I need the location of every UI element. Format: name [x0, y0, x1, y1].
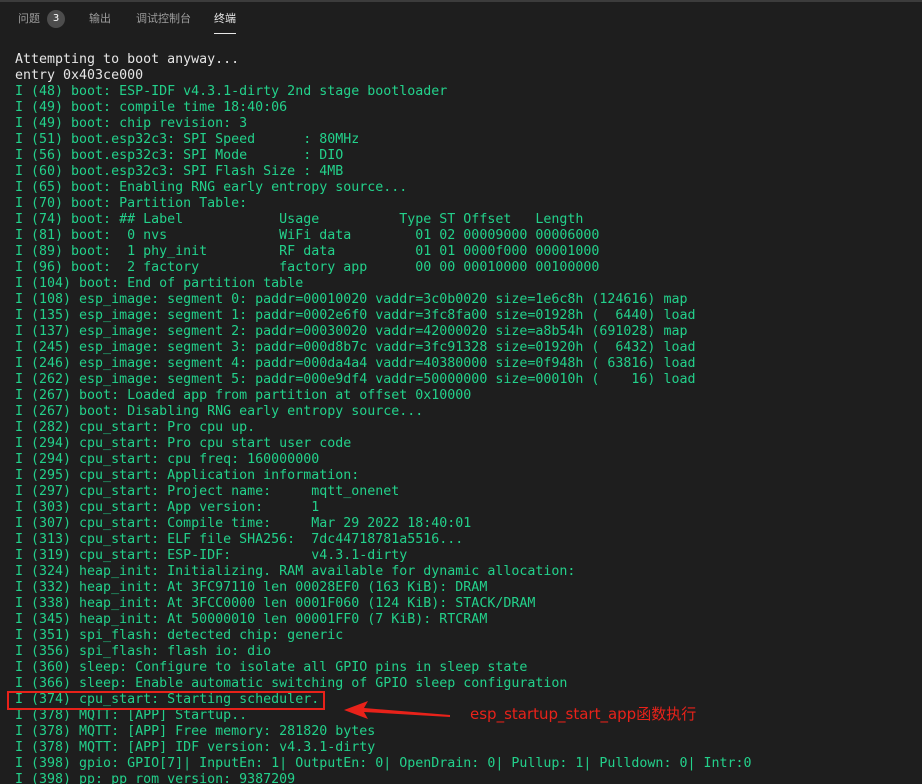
panel-tab-bar: 问题 3 输出 调试控制台 终端 [0, 2, 922, 36]
tab-debug-console-label: 调试控制台 [136, 12, 191, 25]
terminal-line: I (96) boot: 2 factory factory app 00 00… [15, 260, 600, 275]
terminal-line: I (319) cpu_start: ESP-IDF: v4.3.1-dirty [15, 548, 408, 563]
tab-debug-console[interactable]: 调试控制台 [136, 2, 191, 36]
annotation-arrow-icon [344, 701, 450, 719]
terminal-line: I (303) cpu_start: App version: 1 [15, 500, 320, 515]
tab-output[interactable]: 输出 [89, 2, 111, 36]
terminal-line: I (332) heap_init: At 3FC97110 len 00028… [15, 580, 488, 595]
terminal-output[interactable]: Attempting to boot anyway... entry 0x403c… [15, 52, 915, 784]
terminal-line: I (81) boot: 0 nvs WiFi data 01 02 00009… [15, 228, 600, 243]
tab-terminal[interactable]: 终端 [214, 2, 236, 36]
terminal-line: I (338) heap_init: At 3FCC0000 len 0001F… [15, 596, 536, 611]
terminal-line: I (378) MQTT: [APP] Free memory: 281820 … [15, 724, 376, 739]
terminal-line: I (56) boot.esp32c3: SPI Mode : DIO [15, 148, 344, 163]
terminal-line: I (262) esp_image: segment 5: paddr=000e… [15, 372, 696, 387]
terminal-line: I (398) pp: pp rom version: 9387209 [15, 772, 296, 784]
terminal-line: I (282) cpu_start: Pro cpu up. [15, 420, 256, 435]
terminal-line: I (108) esp_image: segment 0: paddr=0001… [15, 292, 688, 307]
tab-output-label: 输出 [89, 12, 111, 25]
terminal-line: I (60) boot.esp32c3: SPI Flash Size : 4M… [15, 164, 344, 179]
terminal-line: Attempting to boot anyway... [15, 52, 240, 67]
terminal-line: I (267) boot: Loaded app from partition … [15, 388, 472, 403]
terminal-line: I (137) esp_image: segment 2: paddr=0003… [15, 324, 688, 339]
terminal-line: I (356) spi_flash: flash io: dio [15, 644, 272, 659]
terminal-line: I (246) esp_image: segment 4: paddr=000d… [15, 356, 696, 371]
terminal-line: I (294) cpu_start: Pro cpu start user co… [15, 436, 352, 451]
terminal-line: I (366) sleep: Enable automatic switchin… [15, 676, 568, 691]
terminal-line: I (294) cpu_start: cpu freq: 160000000 [15, 452, 320, 467]
terminal-line: I (267) boot: Disabling RNG early entrop… [15, 404, 424, 419]
terminal-line: I (74) boot: ## Label Usage Type ST Offs… [15, 212, 584, 227]
terminal-line: I (360) sleep: Configure to isolate all … [15, 660, 528, 675]
terminal-line: I (351) spi_flash: detected chip: generi… [15, 628, 344, 643]
terminal-line: I (48) boot: ESP-IDF v4.3.1-dirty 2nd st… [15, 84, 448, 99]
terminal-line: I (245) esp_image: segment 3: paddr=000d… [15, 340, 696, 355]
terminal-line: I (104) boot: End of partition table [15, 276, 304, 291]
tab-problems-label: 问题 [18, 12, 40, 25]
terminal-line: I (307) cpu_start: Compile time: Mar 29 … [15, 516, 472, 531]
terminal-line: I (65) boot: Enabling RNG early entropy … [15, 180, 408, 195]
terminal-line: I (398) gpio: GPIO[7]| InputEn: 1| Outpu… [15, 756, 752, 771]
terminal-line: I (378) MQTT: [APP] IDF version: v4.3.1-… [15, 740, 376, 755]
terminal-line: entry 0x403ce000 [15, 68, 144, 83]
terminal-line: I (135) esp_image: segment 1: paddr=0002… [15, 308, 696, 323]
terminal-line: I (89) boot: 1 phy_init RF data 01 01 00… [15, 244, 600, 259]
terminal-line: I (297) cpu_start: Project name: mqtt_on… [15, 484, 400, 499]
terminal-line: I (345) heap_init: At 50000010 len 00001… [15, 612, 488, 627]
problems-count-badge: 3 [47, 10, 65, 28]
terminal-line: I (313) cpu_start: ELF file SHA256: 7dc4… [15, 532, 464, 547]
terminal-line: I (51) boot.esp32c3: SPI Speed : 80MHz [15, 132, 360, 147]
terminal-line: I (49) boot: compile time 18:40:06 [15, 100, 288, 115]
terminal-line: I (70) boot: Partition Table: [15, 196, 248, 211]
annotation-label: esp_startup_start_app函数执行 [470, 705, 697, 723]
highlight-box [7, 691, 325, 710]
terminal-line: I (324) heap_init: Initializing. RAM ava… [15, 564, 576, 579]
terminal-line: I (49) boot: chip revision: 3 [15, 116, 248, 131]
terminal-line: I (295) cpu_start: Application informati… [15, 468, 360, 483]
tab-terminal-label: 终端 [214, 12, 236, 25]
terminal-line: I (378) MQTT: [APP] Startup.. [15, 708, 248, 723]
tab-problems[interactable]: 问题 3 [18, 2, 65, 36]
